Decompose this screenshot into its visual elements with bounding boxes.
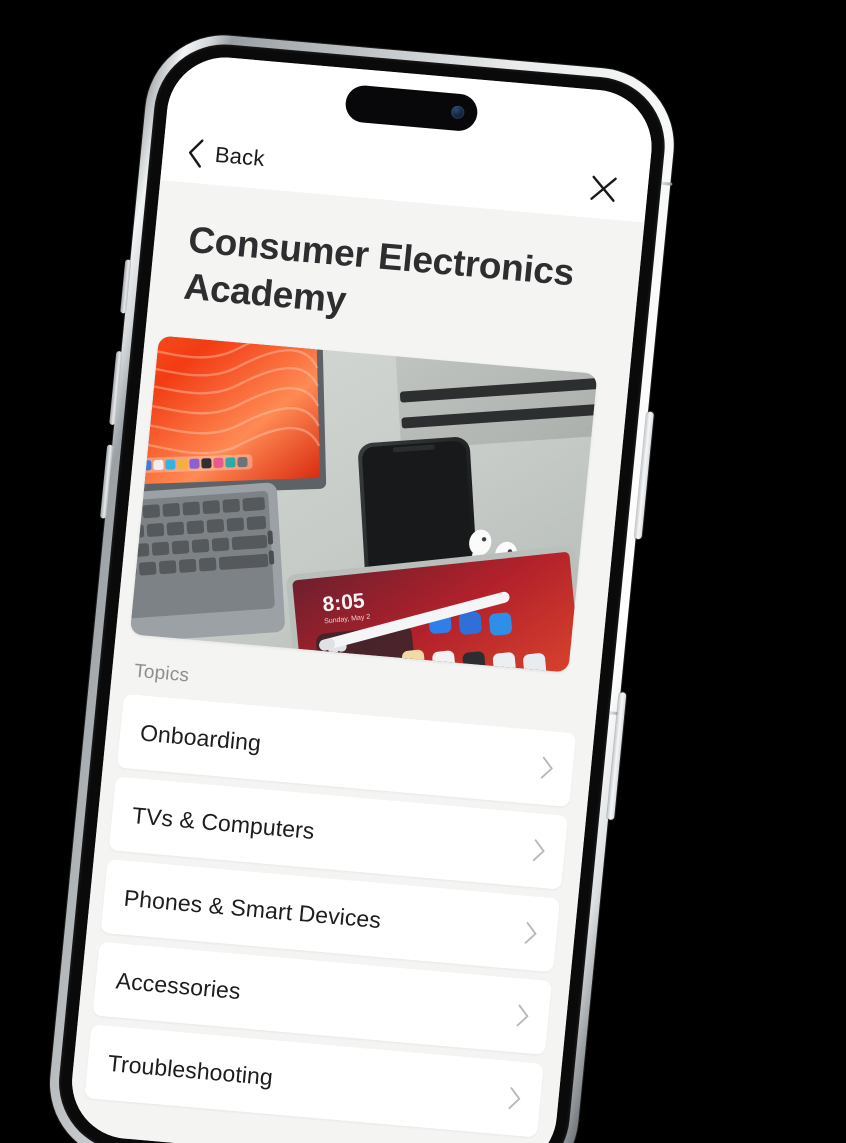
topics-list: Onboarding TVs & Computers Phones & Smar… xyxy=(70,693,594,1139)
devices-flatlay-photo: MacBook Pro xyxy=(129,335,598,673)
hero-image: MacBook Pro xyxy=(129,335,598,673)
chevron-right-icon xyxy=(508,1087,521,1110)
svg-text:8:05: 8:05 xyxy=(322,589,366,616)
phone-device-mockup: Back Consumer Electronics Academy MacBoo… xyxy=(42,28,682,1143)
topic-label: TVs & Computers xyxy=(130,801,316,844)
chevron-right-icon xyxy=(540,756,553,779)
chevron-left-icon xyxy=(188,139,204,168)
app-content-scroll[interactable]: Consumer Electronics Academy MacBook 8:0… xyxy=(66,180,645,1143)
chevron-right-icon xyxy=(532,839,545,862)
chevron-right-icon xyxy=(516,1004,529,1027)
close-x-icon[interactable] xyxy=(586,171,621,206)
topic-label: Accessories xyxy=(114,967,242,1004)
front-camera-icon xyxy=(450,105,465,120)
screenshot-canvas: Back Consumer Electronics Academy MacBoo… xyxy=(0,0,846,1143)
chevron-right-icon xyxy=(524,922,537,944)
back-button[interactable]: Back xyxy=(184,136,267,175)
topic-label: Onboarding xyxy=(139,719,263,756)
back-button-label: Back xyxy=(213,141,266,172)
topic-label: Troubleshooting xyxy=(106,1049,275,1090)
topic-label: Phones & Smart Devices xyxy=(122,884,383,933)
